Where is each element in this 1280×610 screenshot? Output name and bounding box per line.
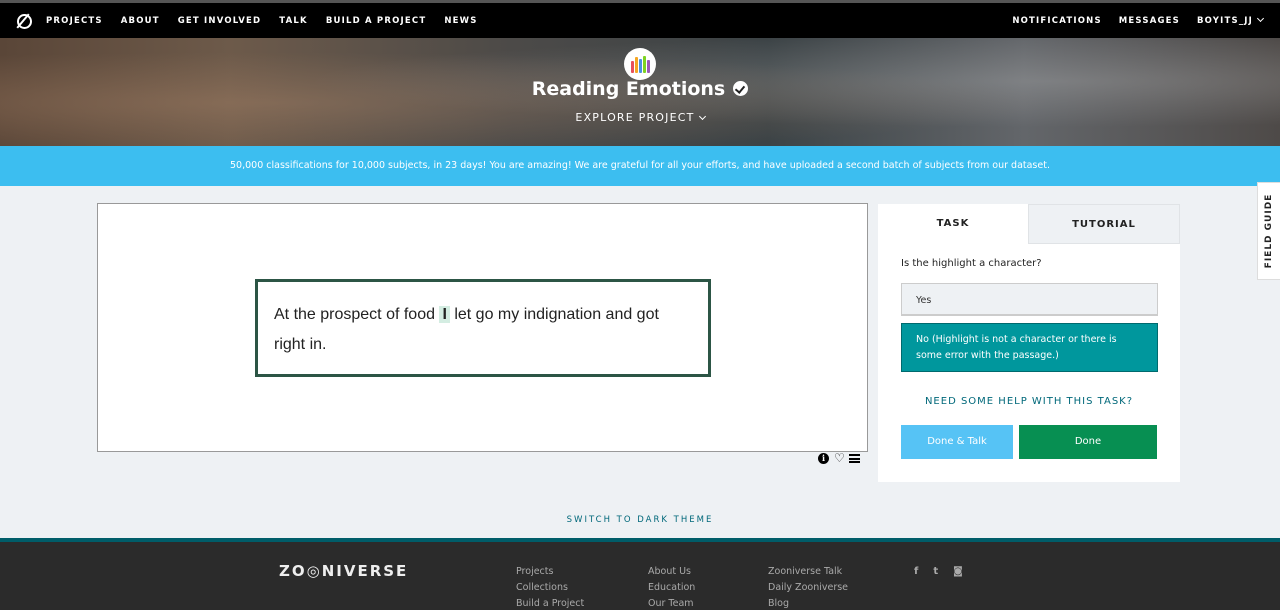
avatar-book-bar (634, 57, 638, 73)
zooniverse-logo-icon[interactable] (16, 13, 32, 29)
passage-text-before: At the prospect of food (274, 306, 440, 323)
task-tabs: TASK TUTORIAL (878, 204, 1180, 244)
avatar-book-bar (646, 60, 650, 73)
footer-link-daily-zooniverse[interactable]: Daily Zooniverse (768, 580, 848, 596)
avatar-book-bar (642, 56, 646, 73)
nav-about[interactable]: ABOUT (121, 16, 160, 26)
nav-build-project[interactable]: BUILD A PROJECT (326, 16, 427, 26)
footer-link-build-project[interactable]: Build a Project (516, 596, 584, 610)
heart-icon[interactable]: ♡ (834, 452, 845, 464)
footer-link-blog[interactable]: Blog (768, 596, 848, 610)
project-title[interactable]: Reading Emotions (0, 78, 1280, 100)
facebook-icon[interactable]: f (914, 566, 918, 577)
task-question: Is the highlight a character? (901, 258, 1042, 269)
instagram-icon[interactable]: ◙ (953, 566, 963, 577)
announcement-banner: 50,000 classifications for 10,000 subjec… (0, 146, 1280, 186)
nav-right: NOTIFICATIONS MESSAGES BOYITS_JJ (1012, 3, 1280, 38)
project-title-text: Reading Emotions (531, 78, 726, 100)
footer-column-1: Projects Collections Build a Project (516, 564, 584, 610)
footer-link-our-team[interactable]: Our Team (648, 596, 695, 610)
footer-link-projects[interactable]: Projects (516, 564, 584, 580)
footer-link-education[interactable]: Education (648, 580, 695, 596)
footer-column-2: About Us Education Our Team (648, 564, 695, 610)
done-button[interactable]: Done (1019, 425, 1157, 459)
username: BOYITS_JJ (1196, 15, 1253, 26)
task-help-link[interactable]: NEED SOME HELP WITH THIS TASK? (878, 396, 1180, 407)
nav-projects[interactable]: PROJECTS (46, 16, 103, 26)
footer-link-collections[interactable]: Collections (516, 580, 584, 596)
nav-left: PROJECTS ABOUT GET INVOLVED TALK BUILD A… (0, 3, 496, 38)
tab-task[interactable]: TASK (878, 204, 1028, 244)
subject-tools: i ♡ (818, 452, 860, 464)
answer-yes-button[interactable]: Yes (901, 283, 1158, 316)
explore-project-menu[interactable]: EXPLORE PROJECT (0, 111, 1280, 124)
field-guide-tab[interactable]: FIELD GUIDE (1257, 182, 1280, 280)
info-icon[interactable]: i (818, 453, 829, 464)
tab-tutorial[interactable]: TUTORIAL (1028, 204, 1180, 244)
nav-get-involved[interactable]: GET INVOLVED (178, 16, 262, 26)
footer-column-3: Zooniverse Talk Daily Zooniverse Blog (768, 564, 848, 610)
verified-check-icon (733, 81, 749, 96)
footer-link-about-us[interactable]: About Us (648, 564, 695, 580)
chevron-down-icon (1256, 14, 1265, 22)
answer-no-button[interactable]: No (Highlight is not a character or ther… (901, 323, 1158, 372)
footer-link-talk[interactable]: Zooniverse Talk (768, 564, 848, 580)
project-hero: Reading Emotions EXPLORE PROJECT (0, 38, 1280, 146)
chevron-down-icon (698, 112, 706, 121)
nav-messages[interactable]: MESSAGES (1119, 16, 1180, 26)
footer-logo[interactable]: ZO◎NIVERSE (279, 562, 408, 580)
nav-talk[interactable]: TALK (279, 16, 308, 26)
field-guide-label: FIELD GUIDE (1264, 193, 1274, 269)
project-avatar[interactable] (624, 48, 656, 80)
switch-dark-theme-link[interactable]: SWITCH TO DARK THEME (0, 515, 1280, 525)
task-panel: TASK TUTORIAL Is the highlight a charact… (878, 204, 1180, 482)
explore-project-label: EXPLORE PROJECT (575, 111, 695, 124)
subject-viewer[interactable]: At the prospect of food I let go my indi… (97, 203, 868, 452)
avatar-book-bar (638, 59, 642, 73)
passage-highlight: I (439, 306, 450, 323)
user-menu[interactable]: BOYITS_JJ (1196, 14, 1265, 26)
subject-passage: At the prospect of food I let go my indi… (255, 279, 711, 377)
twitter-icon[interactable]: t (933, 566, 938, 577)
footer: ZO◎NIVERSE Projects Collections Build a … (0, 538, 1280, 610)
nav-news[interactable]: NEWS (444, 16, 477, 26)
avatar-book-bar (630, 61, 634, 73)
done-and-talk-button[interactable]: Done & Talk (901, 425, 1013, 459)
collections-list-icon[interactable] (848, 454, 860, 463)
footer-social: f t ◙ (914, 566, 978, 577)
nav-notifications[interactable]: NOTIFICATIONS (1012, 16, 1101, 26)
top-navigation: PROJECTS ABOUT GET INVOLVED TALK BUILD A… (0, 0, 1280, 38)
